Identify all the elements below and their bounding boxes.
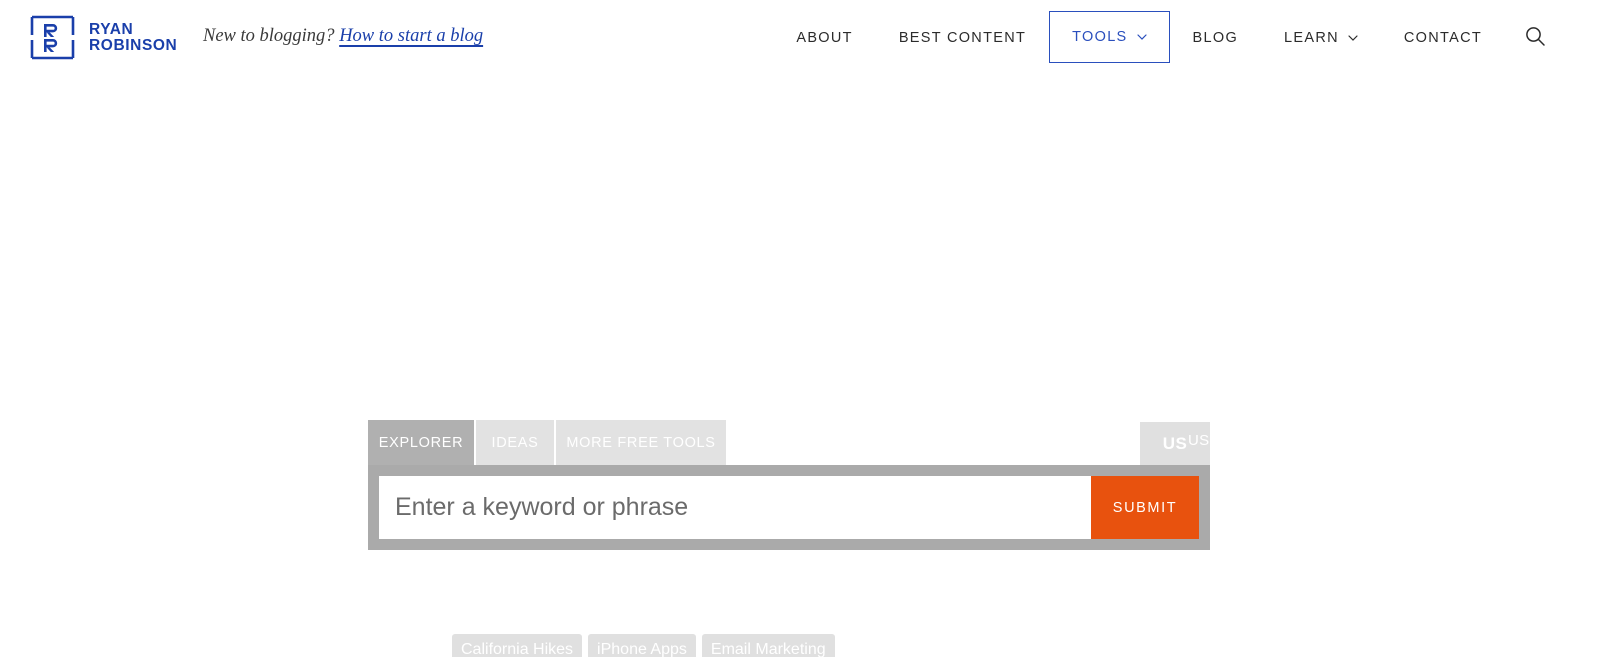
suggested-keywords-list: California Hikes iPhone Apps Email Marke… bbox=[452, 634, 835, 657]
chevron-down-icon bbox=[1136, 32, 1147, 42]
widget-tab-label: MORE FREE TOOLS bbox=[566, 434, 716, 451]
keyword-search-bar: SUBMIT bbox=[368, 465, 1210, 550]
keyword-explorer-widget: EXPLORER IDEAS MORE FREE TOOLS US US SUB… bbox=[368, 420, 1210, 550]
chevron-down-icon bbox=[1348, 33, 1358, 43]
search-icon bbox=[1524, 25, 1546, 50]
nav-item-tools[interactable]: TOOLS bbox=[1049, 11, 1169, 63]
brand-wordmark: RYAN ROBINSON bbox=[89, 20, 178, 54]
widget-tab-label: EXPLORER bbox=[378, 434, 464, 451]
brand-line-2: ROBINSON bbox=[89, 36, 178, 54]
keyword-submit-button[interactable]: SUBMIT bbox=[1091, 476, 1199, 539]
widget-tab-ideas[interactable]: IDEAS bbox=[476, 420, 554, 465]
nav-item-about[interactable]: ABOUT bbox=[773, 0, 875, 75]
widget-tab-strip: EXPLORER IDEAS MORE FREE TOOLS US US bbox=[368, 420, 1210, 465]
suggestion-chip[interactable]: California Hikes bbox=[452, 634, 583, 657]
main-navigation: ABOUT BEST CONTENT TOOLS BLOG LEARN CONT… bbox=[773, 0, 1505, 75]
brand-logo-link[interactable]: RYAN ROBINSON bbox=[29, 14, 177, 61]
tagline-text: New to blogging? bbox=[203, 26, 335, 46]
nav-label-tools: TOOLS bbox=[1072, 29, 1128, 45]
nav-item-contact[interactable]: CONTACT bbox=[1381, 0, 1505, 75]
widget-tab-label: IDEAS bbox=[491, 434, 539, 451]
nav-label-about: ABOUT bbox=[796, 29, 853, 46]
header-search-button[interactable] bbox=[1520, 22, 1550, 52]
nav-label-learn: LEARN bbox=[1284, 29, 1339, 46]
keyword-search-input[interactable] bbox=[379, 476, 1091, 539]
nav-item-blog[interactable]: BLOG bbox=[1170, 0, 1262, 75]
nav-label-best-content: BEST CONTENT bbox=[898, 29, 1027, 46]
how-to-start-a-blog-link[interactable]: How to start a blog bbox=[339, 26, 483, 46]
site-header: RYAN ROBINSON New to blogging? How to st… bbox=[0, 0, 1600, 75]
nav-label-blog: BLOG bbox=[1192, 29, 1239, 46]
suggestion-chip[interactable]: iPhone Apps bbox=[588, 634, 696, 657]
nav-item-learn[interactable]: LEARN bbox=[1261, 0, 1381, 75]
nav-label-contact: CONTACT bbox=[1403, 29, 1482, 46]
page-content-area: EXPLORER IDEAS MORE FREE TOOLS US US SUB… bbox=[0, 75, 1600, 657]
region-code: US bbox=[1162, 433, 1188, 453]
region-flag-label: US bbox=[1188, 432, 1210, 449]
nav-item-best-content[interactable]: BEST CONTENT bbox=[876, 0, 1049, 75]
brand-line-1: RYAN bbox=[89, 20, 134, 38]
submit-label: SUBMIT bbox=[1112, 499, 1178, 516]
widget-tab-more-free-tools[interactable]: MORE FREE TOOLS bbox=[556, 420, 726, 465]
suggestion-chip[interactable]: Email Marketing bbox=[701, 634, 835, 657]
widget-tab-explorer[interactable]: EXPLORER bbox=[368, 420, 474, 465]
ryan-robinson-logo-icon bbox=[29, 14, 76, 61]
region-selector[interactable]: US US bbox=[1140, 422, 1210, 465]
header-tagline: New to blogging? How to start a blog bbox=[203, 26, 483, 47]
